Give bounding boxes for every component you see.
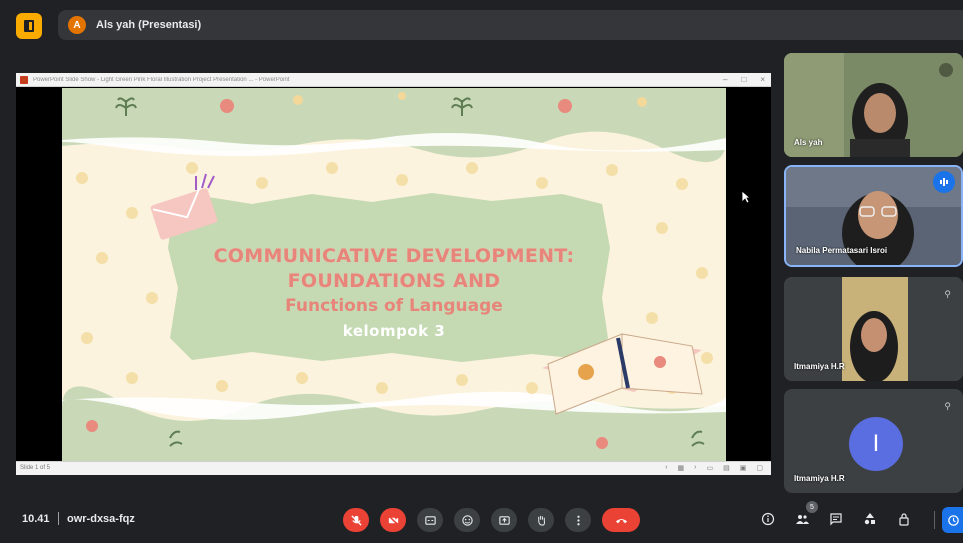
slide-title-line1: COMMUNICATIVE DEVELOPMENT:: [213, 245, 575, 267]
presenter-chip[interactable]: A Als yah (Presentasi): [58, 10, 963, 40]
chat-icon: [830, 513, 842, 526]
leave-call-button[interactable]: [602, 508, 640, 532]
powerpoint-statusbar: Slide 1 of 5 ‹ ▦ › ▭ ▤ ▣ ▢: [16, 461, 771, 475]
slide-title-line2: FOUNDATIONS AND: [287, 270, 501, 292]
sorter-view-icon[interactable]: ▤: [723, 464, 730, 472]
divider: [934, 511, 935, 529]
powerpoint-icon: [20, 75, 28, 84]
mic-off-button[interactable]: [343, 508, 369, 532]
presenter-label: Als yah (Presentasi): [96, 19, 202, 31]
more-options-button[interactable]: [565, 508, 591, 532]
powerpoint-window-title: PowerPoint Slide Show - Light Green Pink…: [33, 76, 290, 83]
people-button[interactable]: [794, 511, 810, 527]
meet-window: A Als yah (Presentasi) PowerPoint Slide …: [0, 0, 963, 543]
bottom-bar: 10.41 owr-dxsa-fqz 5: [0, 497, 963, 543]
slide-grid-icon[interactable]: ▦: [678, 464, 685, 472]
timer-button[interactable]: [942, 507, 963, 533]
raise-hand-icon: [537, 515, 545, 526]
chat-button[interactable]: [828, 511, 844, 527]
present-button[interactable]: [491, 508, 517, 532]
pin-icon[interactable]: ⚲: [944, 401, 951, 412]
host-controls-button[interactable]: [896, 511, 912, 527]
presentation-stage[interactable]: PowerPoint Slide Show - Light Green Pink…: [16, 73, 771, 475]
slide: COMMUNICATIVE DEVELOPMENT: FOUNDATIONS A…: [62, 88, 726, 461]
more-options-icon[interactable]: [939, 63, 953, 77]
activities-button[interactable]: [862, 511, 878, 527]
next-slide-icon[interactable]: ›: [694, 464, 696, 472]
lock-person-icon: [899, 513, 909, 526]
camera-off-icon: [387, 514, 399, 526]
captions-button[interactable]: [417, 508, 443, 532]
more-vert-icon: [576, 515, 580, 525]
participant-name: Nabila Permatasari Isroi: [796, 246, 888, 255]
slideshow-view-icon[interactable]: ▢: [756, 464, 763, 472]
captions-icon: [424, 515, 436, 525]
participant-tile[interactable]: I ⚲ Itmamiya H.R: [784, 389, 963, 493]
mouse-cursor-icon: [741, 190, 751, 204]
shapes-icon: [864, 513, 875, 525]
slide-group-label: kelompok 3: [342, 322, 446, 340]
participant-tile[interactable]: Als yah: [784, 53, 963, 157]
participant-tile[interactable]: ⚲ Itmamiya H.R: [784, 277, 963, 381]
people-icon: [796, 515, 809, 524]
meeting-room-icon[interactable]: [16, 13, 42, 39]
slide-subtitle: Functions of Language: [285, 296, 503, 316]
participant-avatar: I: [849, 417, 903, 471]
prev-slide-icon[interactable]: ‹: [665, 464, 667, 472]
slide-title-block: COMMUNICATIVE DEVELOPMENT: FOUNDATIONS A…: [62, 244, 726, 343]
slideshow-controls: ‹ ▦ › ▭ ▤ ▣ ▢: [665, 464, 763, 472]
powerpoint-titlebar: PowerPoint Slide Show - Light Green Pink…: [16, 73, 771, 87]
top-bar: A Als yah (Presentasi): [0, 0, 963, 46]
maximize-icon: □: [741, 75, 747, 84]
meeting-clock: 10.41: [22, 513, 50, 525]
clock-icon: [947, 514, 959, 526]
pin-icon[interactable]: ⚲: [944, 289, 951, 300]
raise-hand-button[interactable]: [528, 508, 554, 532]
participant-name: Als yah: [794, 138, 823, 147]
emoji-button[interactable]: [454, 508, 480, 532]
presenter-avatar: A: [68, 16, 86, 34]
normal-view-icon[interactable]: ▭: [707, 464, 714, 472]
window-controls: – □ ×: [723, 75, 765, 84]
participant-name: Itmamiya H.R: [794, 362, 845, 371]
meeting-code[interactable]: owr-dxsa-fqz: [67, 513, 135, 525]
minimize-icon: –: [723, 75, 728, 84]
people-count-badge: 5: [806, 501, 818, 513]
emoji-icon: [461, 514, 473, 526]
speaking-icon: [933, 171, 955, 193]
close-icon: ×: [760, 75, 765, 84]
info-icon: [761, 512, 775, 526]
slide-number: Slide 1 of 5: [20, 465, 51, 471]
camera-off-button[interactable]: [380, 508, 406, 532]
mic-off-icon: [350, 514, 362, 526]
end-call-icon: [615, 518, 627, 523]
present-screen-icon: [498, 515, 510, 525]
participant-tile-active[interactable]: Nabila Permatasari Isroi: [784, 165, 963, 267]
participant-name: Itmamiya H.R: [794, 474, 845, 483]
divider: [58, 512, 59, 525]
meeting-details-button[interactable]: [760, 511, 776, 527]
reading-view-icon[interactable]: ▣: [740, 464, 747, 472]
